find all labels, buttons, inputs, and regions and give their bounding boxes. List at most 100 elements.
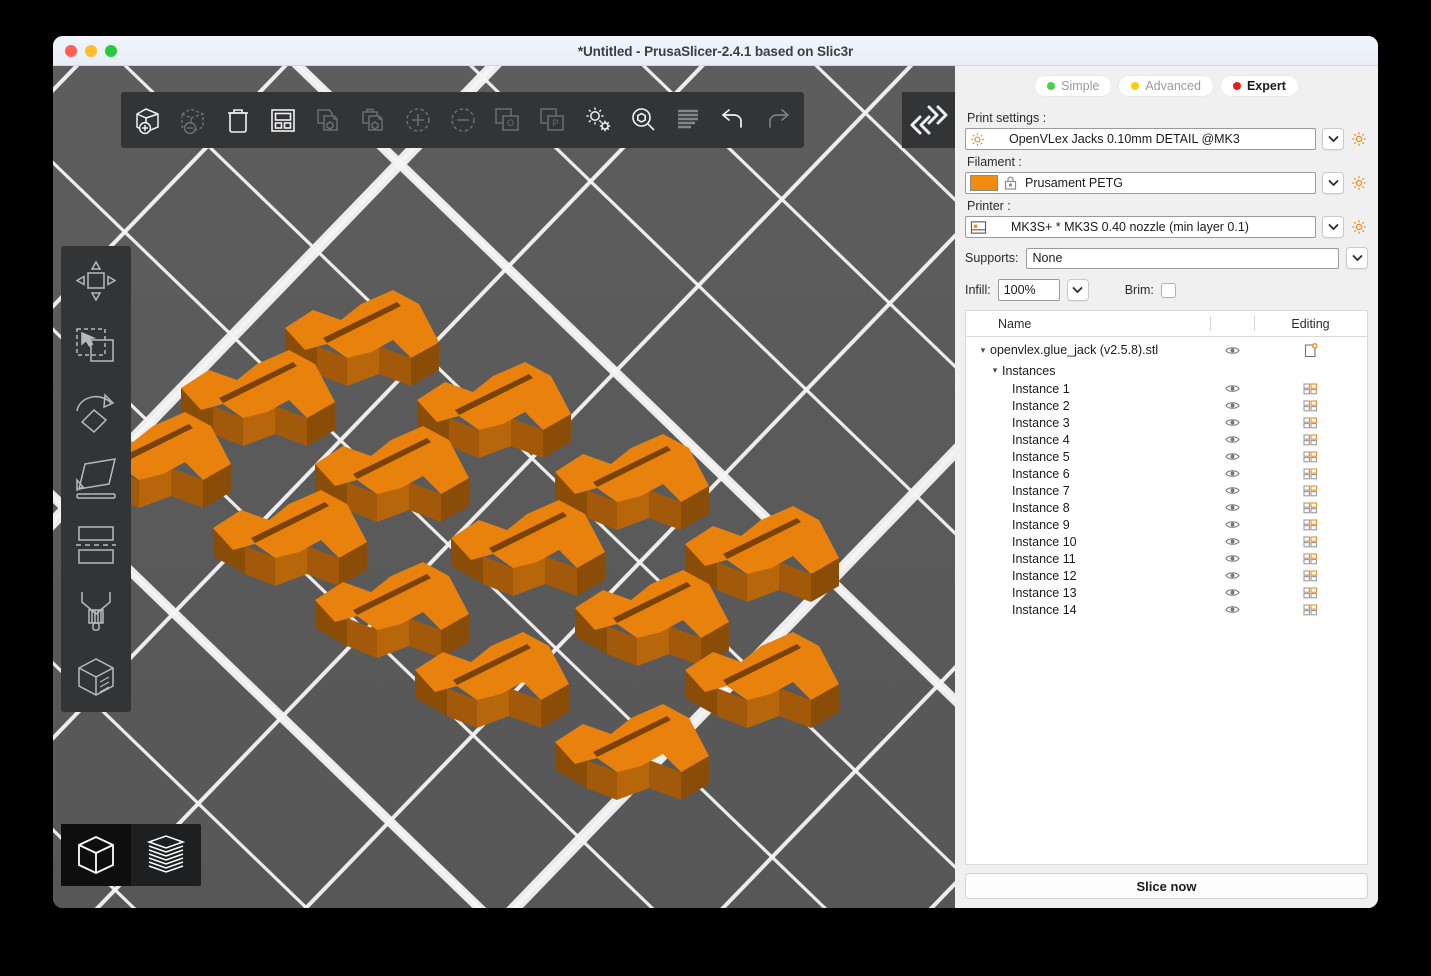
instance-row-5[interactable]: Instance 5 <box>966 448 1367 465</box>
filament-combo[interactable]: Prusament PETG <box>965 172 1316 194</box>
instance-eye-icon[interactable] <box>1210 451 1254 462</box>
filament-dropdown-chevron-down-icon[interactable] <box>1322 172 1344 194</box>
mode-selector[interactable]: Simple Advanced Expert <box>965 76 1368 96</box>
root-eye-icon[interactable] <box>1210 345 1254 356</box>
infill-dropdown-chevron-down-icon[interactable] <box>1066 279 1089 301</box>
delete-all-icon[interactable] <box>215 95 260 145</box>
instance-eye-icon[interactable] <box>1210 536 1254 547</box>
print-settings-combo[interactable]: OpenVLex Jacks 0.10mm DETAIL @MK3 <box>965 128 1316 150</box>
instance-eye-icon[interactable] <box>1210 468 1254 479</box>
instance-grid-icon[interactable] <box>1254 501 1367 514</box>
infill-brim-row[interactable]: Infill: 100% Brim: <box>965 279 1368 301</box>
object-list-rows[interactable]: ▾ openvlex.glue_jack (v2.5.8).stl ▾ Inst… <box>966 337 1367 864</box>
object-list[interactable]: Name Editing ▾ openvlex.glue_jack (v2.5.… <box>965 310 1368 865</box>
instance-eye-icon[interactable] <box>1210 400 1254 411</box>
place-on-face-gizmo-icon[interactable] <box>61 446 131 512</box>
instances-expand-chevron-down-icon[interactable]: ▾ <box>990 365 1000 376</box>
search-icon[interactable] <box>620 95 665 145</box>
object-row-instances-group[interactable]: ▾ Instances <box>966 361 1367 380</box>
instance-grid-icon[interactable] <box>1254 433 1367 446</box>
print-settings-dropdown-chevron-down-icon[interactable] <box>1322 128 1344 150</box>
brim-checkbox[interactable] <box>1160 282 1176 298</box>
supports-row[interactable]: Supports: None <box>965 247 1368 269</box>
printer-combo[interactable]: MK3S+ * MK3S 0.40 nozzle (min layer 0.1) <box>965 216 1316 238</box>
top-toolbar[interactable]: O P <box>121 92 804 148</box>
undo-icon[interactable] <box>710 95 755 145</box>
print-settings-row[interactable]: OpenVLex Jacks 0.10mm DETAIL @MK3 <box>965 128 1368 150</box>
instance-row-9[interactable]: Instance 9 <box>966 516 1367 533</box>
gizmo-toolbar[interactable] <box>61 246 131 712</box>
instance-grid-icon[interactable] <box>1254 586 1367 599</box>
print-settings-edit-gear-icon[interactable] <box>1350 130 1368 148</box>
root-expand-chevron-down-icon[interactable]: ▾ <box>978 345 988 356</box>
mode-expert-button[interactable]: Expert <box>1220 76 1298 96</box>
instance-eye-icon[interactable] <box>1210 604 1254 615</box>
collapse-sidebar-button[interactable] <box>902 92 955 148</box>
filament-edit-gear-icon[interactable] <box>1350 174 1368 192</box>
printer-dropdown-chevron-down-icon[interactable] <box>1322 216 1344 238</box>
view-mode-bar[interactable] <box>61 824 201 886</box>
instance-row-11[interactable]: Instance 11 <box>966 550 1367 567</box>
move-gizmo-icon[interactable] <box>61 248 131 314</box>
instance-eye-icon[interactable] <box>1210 587 1254 598</box>
root-printable-page-icon[interactable] <box>1254 342 1367 358</box>
support-painting-gizmo-icon[interactable] <box>61 644 131 710</box>
instance-eye-icon[interactable] <box>1210 553 1254 564</box>
instance-grid-icon[interactable] <box>1254 467 1367 480</box>
instance-row-13[interactable]: Instance 13 <box>966 584 1367 601</box>
minimize-window-button[interactable] <box>85 44 97 57</box>
instance-eye-icon[interactable] <box>1210 502 1254 513</box>
model-instances[interactable] <box>53 66 955 908</box>
editor-view-button[interactable] <box>61 824 131 886</box>
instance-grid-icon[interactable] <box>1254 450 1367 463</box>
instance-grid-icon[interactable] <box>1254 518 1367 531</box>
instance-grid-icon[interactable] <box>1254 535 1367 548</box>
mode-advanced-button[interactable]: Advanced <box>1119 76 1213 96</box>
instance-grid-icon[interactable] <box>1254 569 1367 582</box>
rotate-gizmo-icon[interactable] <box>61 380 131 446</box>
close-window-button[interactable] <box>65 44 77 57</box>
instance-group[interactable] <box>77 290 839 800</box>
instance-eye-icon[interactable] <box>1210 519 1254 530</box>
instance-row-12[interactable]: Instance 12 <box>966 567 1367 584</box>
object-row-root[interactable]: ▾ openvlex.glue_jack (v2.5.8).stl <box>966 339 1367 361</box>
scale-gizmo-icon[interactable] <box>61 314 131 380</box>
supports-combo[interactable]: None <box>1025 247 1339 269</box>
instance-row-10[interactable]: Instance 10 <box>966 533 1367 550</box>
instance-row-3[interactable]: Instance 3 <box>966 414 1367 431</box>
maximize-window-button[interactable] <box>105 44 117 57</box>
settings-gears-icon[interactable] <box>575 95 620 145</box>
instance-row-7[interactable]: Instance 7 <box>966 482 1367 499</box>
infill-value[interactable]: 100% <box>997 279 1060 301</box>
instance-eye-icon[interactable] <box>1210 570 1254 581</box>
instance-row-4[interactable]: Instance 4 <box>966 431 1367 448</box>
preview-view-button[interactable] <box>131 824 201 886</box>
instance-grid-icon[interactable] <box>1254 382 1367 395</box>
printer-edit-gear-icon[interactable] <box>1350 218 1368 236</box>
filament-row[interactable]: Prusament PETG <box>965 172 1368 194</box>
printer-row[interactable]: MK3S+ * MK3S 0.40 nozzle (min layer 0.1) <box>965 216 1368 238</box>
instance-row-8[interactable]: Instance 8 <box>966 499 1367 516</box>
instance-row-1[interactable]: Instance 1 <box>966 380 1367 397</box>
mode-simple-button[interactable]: Simple <box>1035 76 1112 96</box>
instance-grid-icon[interactable] <box>1254 603 1367 616</box>
cut-gizmo-icon[interactable] <box>61 512 131 578</box>
instance-eye-icon[interactable] <box>1210 417 1254 428</box>
instance-row-14[interactable]: Instance 14 <box>966 601 1367 618</box>
instance-eye-icon[interactable] <box>1210 485 1254 496</box>
supports-dropdown-chevron-down-icon[interactable] <box>1346 247 1368 269</box>
instance-grid-icon[interactable] <box>1254 416 1367 429</box>
instance-eye-icon[interactable] <box>1210 383 1254 394</box>
instance-eye-icon[interactable] <box>1210 434 1254 445</box>
add-object-icon[interactable] <box>125 95 170 145</box>
seam-painting-gizmo-icon[interactable] <box>61 578 131 644</box>
3d-viewport[interactable]: O P <box>53 66 955 908</box>
arrange-icon[interactable] <box>260 95 305 145</box>
instance-grid-icon[interactable] <box>1254 399 1367 412</box>
instance-row-2[interactable]: Instance 2 <box>966 397 1367 414</box>
instance-grid-icon[interactable] <box>1254 552 1367 565</box>
instance-rows-container[interactable]: Instance 1 Instance 2 Instance 3 Instanc… <box>966 380 1367 618</box>
slice-now-button[interactable]: Slice now <box>965 873 1368 899</box>
instance-grid-icon[interactable] <box>1254 484 1367 497</box>
instance-row-6[interactable]: Instance 6 <box>966 465 1367 482</box>
